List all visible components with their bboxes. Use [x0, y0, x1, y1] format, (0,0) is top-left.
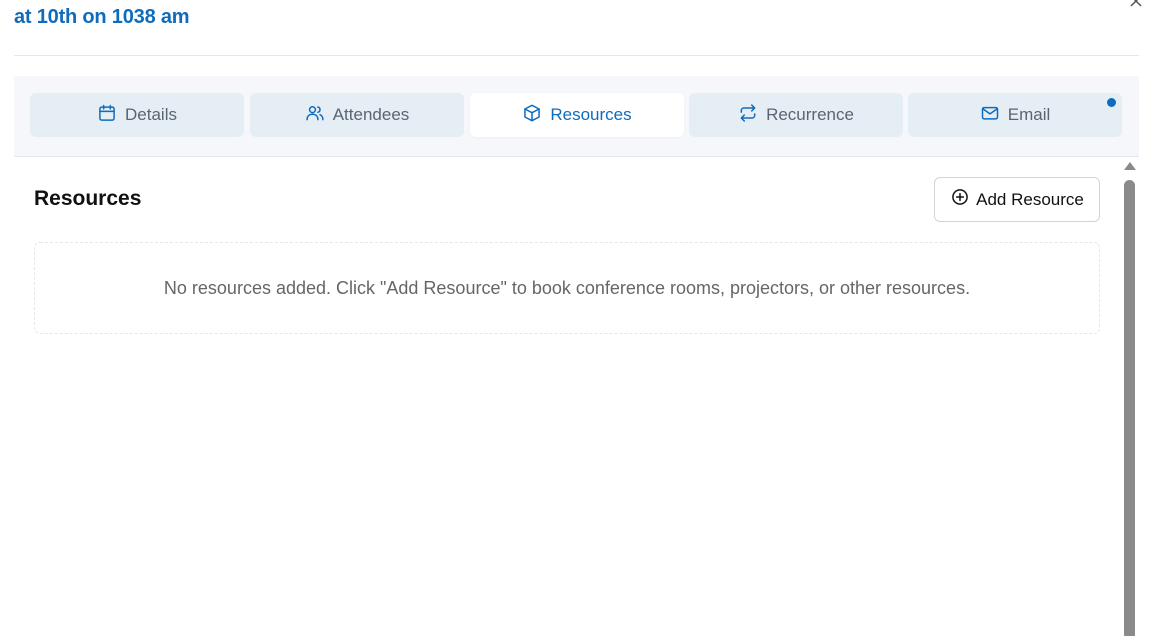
tab-label: Attendees — [332, 105, 410, 124]
tab-details[interactable]: Details — [30, 93, 244, 137]
empty-state: No resources added. Click "Add Resource"… — [34, 242, 1100, 334]
close-icon — [1129, 0, 1143, 13]
calendar-icon — [97, 103, 117, 128]
close-button[interactable] — [1125, 0, 1147, 14]
empty-state-message: No resources added. Click "Add Resource"… — [163, 277, 971, 298]
plus-circle-icon — [950, 187, 970, 212]
tab-attendees[interactable]: Attendees — [250, 93, 464, 137]
tab-label: Resources — [550, 105, 632, 124]
notification-dot — [1107, 98, 1116, 107]
mail-icon — [980, 103, 1000, 128]
resources-heading: Resources — [34, 187, 142, 210]
tab-label: Email — [1007, 105, 1051, 124]
tab-label: Details — [125, 105, 177, 124]
tab-resources[interactable]: Resources — [470, 93, 684, 137]
add-resource-button[interactable]: Add Resource — [934, 177, 1100, 222]
scroll-up-arrow-icon[interactable] — [1124, 162, 1136, 170]
add-resource-label: Add Resource — [976, 189, 1084, 209]
box-icon — [522, 103, 542, 128]
dialog-title: at 10th on 1038 am — [14, 6, 190, 28]
tab-label: Recurrence — [766, 105, 854, 124]
tab-email[interactable]: Email — [908, 93, 1122, 137]
scrollbar-thumb[interactable] — [1124, 180, 1135, 636]
tab-list: Details Attendees Resources Recurrence E — [14, 76, 1139, 157]
repeat-icon — [738, 103, 758, 128]
tab-recurrence[interactable]: Recurrence — [689, 93, 903, 137]
scrollbar[interactable] — [1122, 160, 1138, 636]
users-icon — [305, 103, 325, 128]
header-divider — [14, 55, 1139, 56]
